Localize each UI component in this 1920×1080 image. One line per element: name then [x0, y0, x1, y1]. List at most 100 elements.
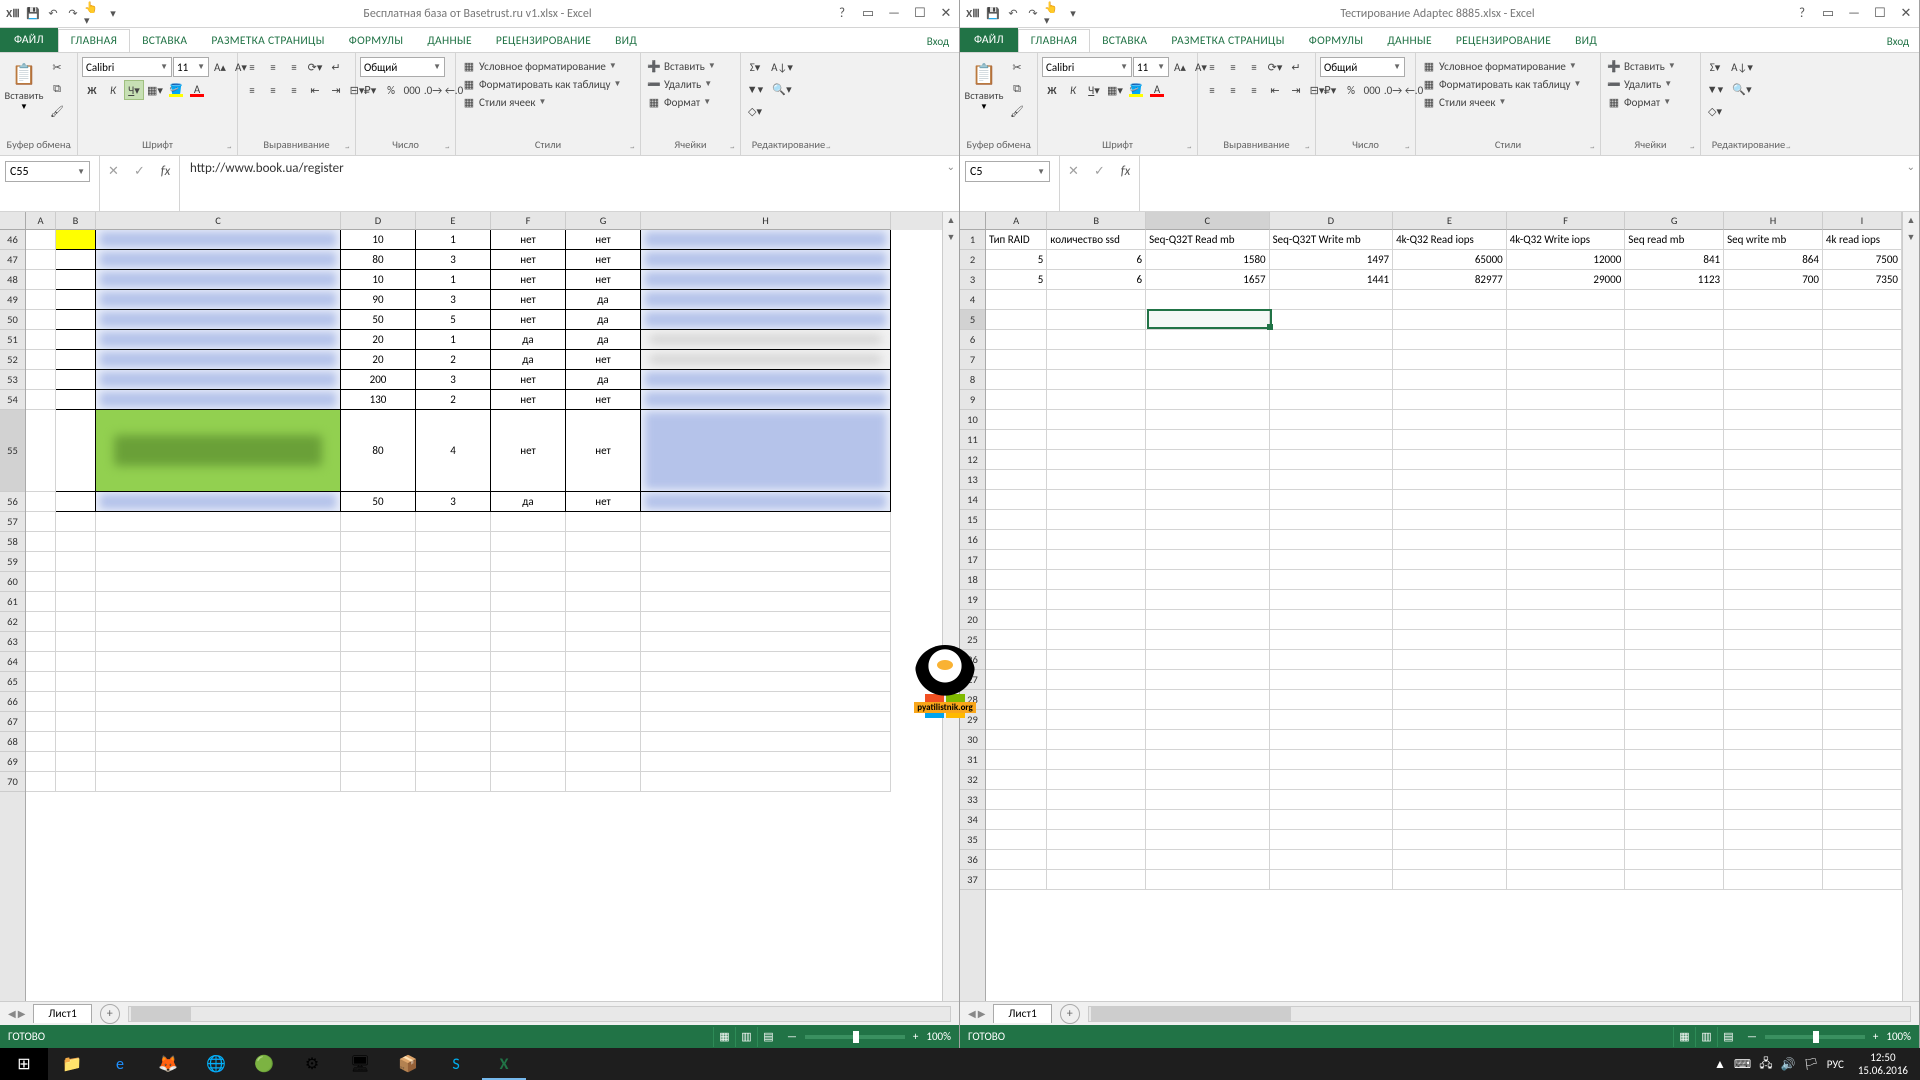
row-header[interactable]: 25: [960, 630, 985, 650]
cell[interactable]: [1823, 290, 1902, 310]
cell[interactable]: [1507, 470, 1626, 490]
cell[interactable]: 864: [1724, 250, 1823, 270]
fb-enter-icon[interactable]: ✓: [1088, 161, 1112, 182]
cell[interactable]: [1823, 830, 1902, 850]
row-header[interactable]: 60: [0, 572, 25, 592]
cell[interactable]: [566, 772, 641, 792]
cell[interactable]: [26, 290, 56, 310]
inc-decimal-icon[interactable]: .0→: [423, 80, 443, 100]
cell[interactable]: [26, 250, 56, 270]
cell[interactable]: нет: [566, 492, 641, 512]
row-header[interactable]: 8: [960, 370, 985, 390]
fill-icon[interactable]: ▼▾: [1705, 79, 1725, 99]
cell[interactable]: [341, 772, 416, 792]
cell[interactable]: [26, 772, 56, 792]
tab-page-layout[interactable]: РАЗМЕТКА СТРАНИЦЫ: [1159, 30, 1296, 52]
cell[interactable]: [26, 612, 56, 632]
cell[interactable]: [1507, 770, 1626, 790]
cell[interactable]: [1823, 770, 1902, 790]
cell[interactable]: [1625, 550, 1724, 570]
cell[interactable]: 65000: [1393, 250, 1507, 270]
cell[interactable]: [1047, 490, 1146, 510]
cell[interactable]: [1146, 490, 1270, 510]
cell[interactable]: [1625, 790, 1724, 810]
italic-icon[interactable]: К: [1063, 80, 1083, 100]
cell[interactable]: [1724, 690, 1823, 710]
currency-icon[interactable]: ₽▾: [1320, 80, 1340, 100]
cell[interactable]: [986, 870, 1047, 890]
cell[interactable]: [1625, 690, 1724, 710]
cell[interactable]: [1724, 330, 1823, 350]
cell[interactable]: [26, 410, 56, 492]
cell[interactable]: [986, 570, 1047, 590]
cell[interactable]: [1146, 670, 1270, 690]
row-header[interactable]: 30: [960, 730, 985, 750]
cell[interactable]: [416, 512, 491, 532]
fx-icon[interactable]: fx: [154, 161, 178, 182]
cell[interactable]: [1724, 790, 1823, 810]
cell[interactable]: [1823, 810, 1902, 830]
cell[interactable]: [986, 630, 1047, 650]
cell[interactable]: [56, 410, 96, 492]
cell[interactable]: [1393, 530, 1507, 550]
col-header[interactable]: B: [56, 212, 96, 230]
cell[interactable]: [1625, 330, 1724, 350]
cell[interactable]: 5: [416, 310, 491, 330]
cut-icon[interactable]: ✂: [1007, 57, 1027, 77]
cell[interactable]: [641, 390, 891, 410]
cell[interactable]: [1625, 390, 1724, 410]
cell[interactable]: [416, 732, 491, 752]
cell[interactable]: [1393, 330, 1507, 350]
font-color-icon[interactable]: A: [1147, 80, 1167, 100]
cell[interactable]: Seq-Q32T Read mb: [1146, 230, 1270, 250]
cell[interactable]: [341, 732, 416, 752]
cell[interactable]: нет: [491, 230, 566, 250]
align-bottom-icon[interactable]: ≡: [1244, 57, 1264, 77]
cell[interactable]: [1393, 830, 1507, 850]
cell[interactable]: [1625, 810, 1724, 830]
cell[interactable]: [1146, 570, 1270, 590]
cell[interactable]: [26, 532, 56, 552]
scrollbar-horizontal[interactable]: [1088, 1006, 1911, 1022]
sheet-nav-next-icon[interactable]: ▶: [18, 1007, 26, 1020]
cell[interactable]: [1507, 590, 1626, 610]
cell[interactable]: [1507, 290, 1626, 310]
cell[interactable]: [1047, 710, 1146, 730]
cell[interactable]: нет: [566, 390, 641, 410]
align-center-icon[interactable]: ≡: [1223, 80, 1243, 100]
formula-expand-icon[interactable]: ⌄: [947, 160, 955, 173]
minimize-icon[interactable]: —: [881, 1, 907, 27]
cell[interactable]: [416, 612, 491, 632]
tray-clock[interactable]: 12:50 15.06.2016: [1852, 1051, 1914, 1077]
cell[interactable]: [56, 330, 96, 350]
cell[interactable]: [341, 752, 416, 772]
save-icon[interactable]: 💾: [24, 5, 42, 23]
cell[interactable]: [56, 632, 96, 652]
cell[interactable]: [1047, 310, 1146, 330]
format-painter-icon[interactable]: 🖌: [47, 101, 67, 121]
cell[interactable]: [641, 552, 891, 572]
row-header[interactable]: 46: [0, 230, 25, 250]
cell[interactable]: Seq write mb: [1724, 230, 1823, 250]
paste-button[interactable]: 📋Вставить▼: [4, 57, 44, 114]
row-header[interactable]: 61: [0, 592, 25, 612]
cell[interactable]: [986, 450, 1047, 470]
scrollbar-vertical[interactable]: ▲ ▼: [942, 212, 959, 1001]
col-header[interactable]: B: [1047, 212, 1146, 230]
row-header[interactable]: 54: [0, 390, 25, 410]
cell[interactable]: [1146, 310, 1270, 330]
sheet-tab[interactable]: Лист1: [33, 1004, 91, 1023]
cell[interactable]: [491, 532, 566, 552]
row-header[interactable]: 53: [0, 370, 25, 390]
wrap-text-icon[interactable]: ↵: [326, 57, 346, 77]
cell[interactable]: [1393, 630, 1507, 650]
cell[interactable]: [986, 750, 1047, 770]
row-header[interactable]: 16: [960, 530, 985, 550]
cell[interactable]: [986, 330, 1047, 350]
cell[interactable]: нет: [491, 270, 566, 290]
name-box[interactable]: C5▼: [965, 161, 1050, 182]
cell[interactable]: [986, 670, 1047, 690]
cell[interactable]: [96, 772, 341, 792]
row-header[interactable]: 48: [0, 270, 25, 290]
cell[interactable]: [96, 370, 341, 390]
